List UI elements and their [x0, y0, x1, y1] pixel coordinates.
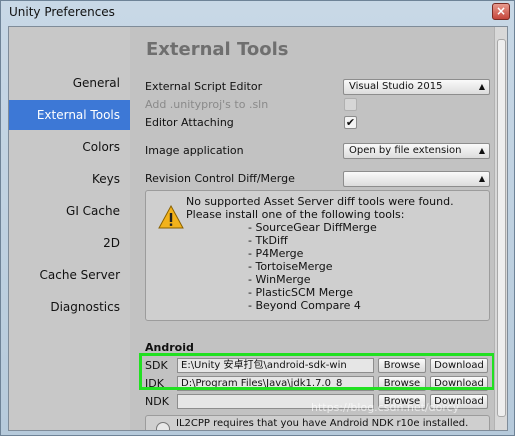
help-text-line: Please install one of the following tool…	[186, 208, 405, 221]
preferences-client-area: General External Tools Colors Keys GI Ca…	[8, 26, 508, 431]
editor-attaching-checkbox[interactable]: ✔	[344, 116, 357, 129]
title-bar[interactable]: Unity Preferences ×	[1, 1, 515, 25]
watermark: https://blog.csdn.net/dorcy	[311, 401, 460, 414]
ndk-label: NDK	[145, 395, 169, 408]
sidebar-item-general[interactable]: General	[73, 76, 120, 90]
window-title: Unity Preferences	[9, 5, 115, 19]
page-title: External Tools	[146, 39, 289, 60]
external-script-editor-dropdown[interactable]: Visual Studio 2015 ▲	[343, 79, 490, 95]
image-application-dropdown[interactable]: Open by file extension ▲	[343, 143, 490, 159]
diff-tool-item: - P4Merge	[248, 247, 304, 260]
info-icon	[156, 422, 170, 430]
sidebar-item-external-tools[interactable]: External Tools	[9, 100, 130, 130]
diff-tool-item: - TkDiff	[248, 234, 288, 247]
sidebar-item-diagnostics[interactable]: Diagnostics	[50, 300, 120, 314]
sidebar-item-keys[interactable]: Keys	[92, 172, 120, 186]
diff-tool-item: - TortoiseMerge	[248, 260, 333, 273]
external-tools-panel: External Tools External Script Editor Vi…	[130, 27, 495, 430]
help-text-line: No supported Asset Server diff tools wer…	[186, 195, 454, 208]
diff-tool-item: - WinMerge	[248, 273, 311, 286]
image-application-value: Open by file extension	[349, 145, 462, 156]
revision-control-label: Revision Control Diff/Merge	[145, 172, 295, 185]
il2cpp-help-box: IL2CPP requires that you have Android ND…	[145, 415, 490, 430]
preferences-window: Unity Preferences × General External Too…	[0, 0, 515, 436]
revision-control-dropdown[interactable]: ▲	[343, 171, 490, 187]
scrollbar-thumb[interactable]	[497, 39, 506, 417]
diff-tool-item: - PlasticSCM Merge	[248, 286, 354, 299]
sidebar-item-cache-server[interactable]: Cache Server	[40, 268, 120, 282]
dropdown-arrow-icon: ▲	[478, 146, 485, 155]
external-script-editor-label: External Script Editor	[145, 80, 263, 93]
diff-tool-item: - SourceGear DiffMerge	[248, 221, 377, 234]
diff-tool-item: - Beyond Compare 4	[248, 299, 361, 312]
dropdown-arrow-icon: ▲	[478, 174, 485, 183]
close-button[interactable]: ×	[492, 3, 510, 20]
sidebar-item-gi-cache[interactable]: GI Cache	[66, 204, 120, 218]
warning-icon	[158, 205, 184, 229]
add-unityproj-checkbox[interactable]	[344, 98, 357, 111]
editor-attaching-label: Editor Attaching	[145, 116, 234, 129]
sidebar-item-colors[interactable]: Colors	[82, 140, 120, 154]
sidebar: General External Tools Colors Keys GI Ca…	[9, 27, 130, 430]
add-unityproj-label: Add .unityproj's to .sln	[145, 98, 269, 111]
image-application-label: Image application	[145, 144, 244, 157]
il2cpp-note: IL2CPP requires that you have Android ND…	[176, 418, 469, 429]
sdk-jdk-highlight-box	[139, 353, 495, 390]
external-script-editor-value: Visual Studio 2015	[349, 81, 443, 92]
diff-tools-help-box: No supported Asset Server diff tools wer…	[145, 190, 490, 321]
vertical-scrollbar[interactable]	[494, 27, 507, 430]
sidebar-item-2d[interactable]: 2D	[103, 236, 120, 250]
dropdown-arrow-icon: ▲	[478, 82, 485, 91]
